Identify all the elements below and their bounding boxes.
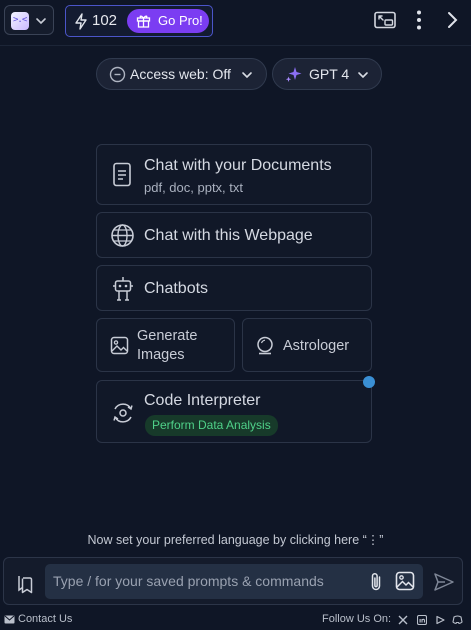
youtube-icon[interactable] <box>435 615 445 625</box>
chatbots-card[interactable]: Chatbots <box>96 265 372 311</box>
document-icon <box>113 162 131 187</box>
model-label: GPT 4 <box>309 66 350 82</box>
card-subtitle: pdf, doc, pptx, txt <box>144 180 243 195</box>
chat-documents-card[interactable]: Chat with your Documents pdf, doc, pptx,… <box>96 144 372 205</box>
bolt-icon <box>75 13 87 30</box>
globe-icon <box>111 224 134 247</box>
topbar-divider <box>0 45 471 46</box>
language-hint[interactable]: Now set your preferred language by click… <box>0 532 471 547</box>
minus-circle-icon <box>109 66 126 83</box>
chevron-right-icon[interactable] <box>445 11 459 29</box>
composer: Type / for your saved prompts & commands <box>3 557 463 605</box>
app-logo-icon: >.< <box>11 12 29 30</box>
credit-count: 102 <box>92 12 118 29</box>
card-title: Chatbots <box>144 280 209 297</box>
sparkles-icon <box>285 67 302 82</box>
go-pro-label: Go Pro! <box>158 13 203 28</box>
chevron-down-icon <box>242 72 252 79</box>
app-menu-button[interactable]: >.< <box>4 5 54 35</box>
web-access-dropdown[interactable]: Access web: Off <box>96 58 267 90</box>
card-title-line2: Images <box>137 347 185 363</box>
card-title: Chat with your Documents <box>144 157 332 174</box>
gift-icon <box>136 15 151 28</box>
code-interpreter-card[interactable]: Code Interpreter Perform Data Analysis <box>96 380 372 443</box>
linkedin-icon[interactable] <box>417 615 427 625</box>
go-pro-button[interactable]: Go Pro! <box>127 9 209 33</box>
model-dropdown[interactable]: GPT 4 <box>272 58 382 90</box>
card-title: Chat with this Webpage <box>144 227 313 244</box>
robot-icon <box>113 277 133 301</box>
card-title-line1: Generate <box>137 328 198 344</box>
card-title: Astrologer <box>283 338 350 354</box>
image-icon <box>110 336 129 355</box>
follow-us-label: Follow Us On: <box>322 613 392 625</box>
mail-icon <box>4 615 15 624</box>
image-upload-icon[interactable] <box>395 571 415 591</box>
web-access-label: Access web: Off <box>130 66 231 82</box>
eye-cycle-icon <box>113 403 133 423</box>
chat-webpage-card[interactable]: Chat with this Webpage <box>96 212 372 258</box>
prompt-input[interactable]: Type / for your saved prompts & commands <box>45 564 423 599</box>
picture-in-picture-icon[interactable] <box>374 11 396 29</box>
crystal-ball-icon <box>257 336 273 355</box>
saved-prompts-icon[interactable] <box>16 574 34 594</box>
astrologer-card[interactable]: Astrologer <box>242 318 372 372</box>
chevron-down-icon <box>36 18 46 25</box>
notification-dot <box>363 376 375 388</box>
send-icon[interactable] <box>433 572 455 592</box>
generate-images-card[interactable]: Generate Images <box>96 318 235 372</box>
x-twitter-icon[interactable] <box>398 615 408 625</box>
perform-data-analysis-tag: Perform Data Analysis <box>145 415 278 436</box>
prompt-placeholder: Type / for your saved prompts & commands <box>53 573 324 589</box>
contact-us-link[interactable]: Contact Us <box>18 613 72 625</box>
discord-icon[interactable] <box>452 614 463 625</box>
more-options-icon[interactable] <box>414 9 424 31</box>
card-title: Code Interpreter <box>144 392 261 409</box>
paperclip-icon[interactable] <box>369 571 383 593</box>
credits-panel[interactable]: 102 Go Pro! <box>65 5 213 37</box>
chevron-down-icon <box>358 72 368 79</box>
